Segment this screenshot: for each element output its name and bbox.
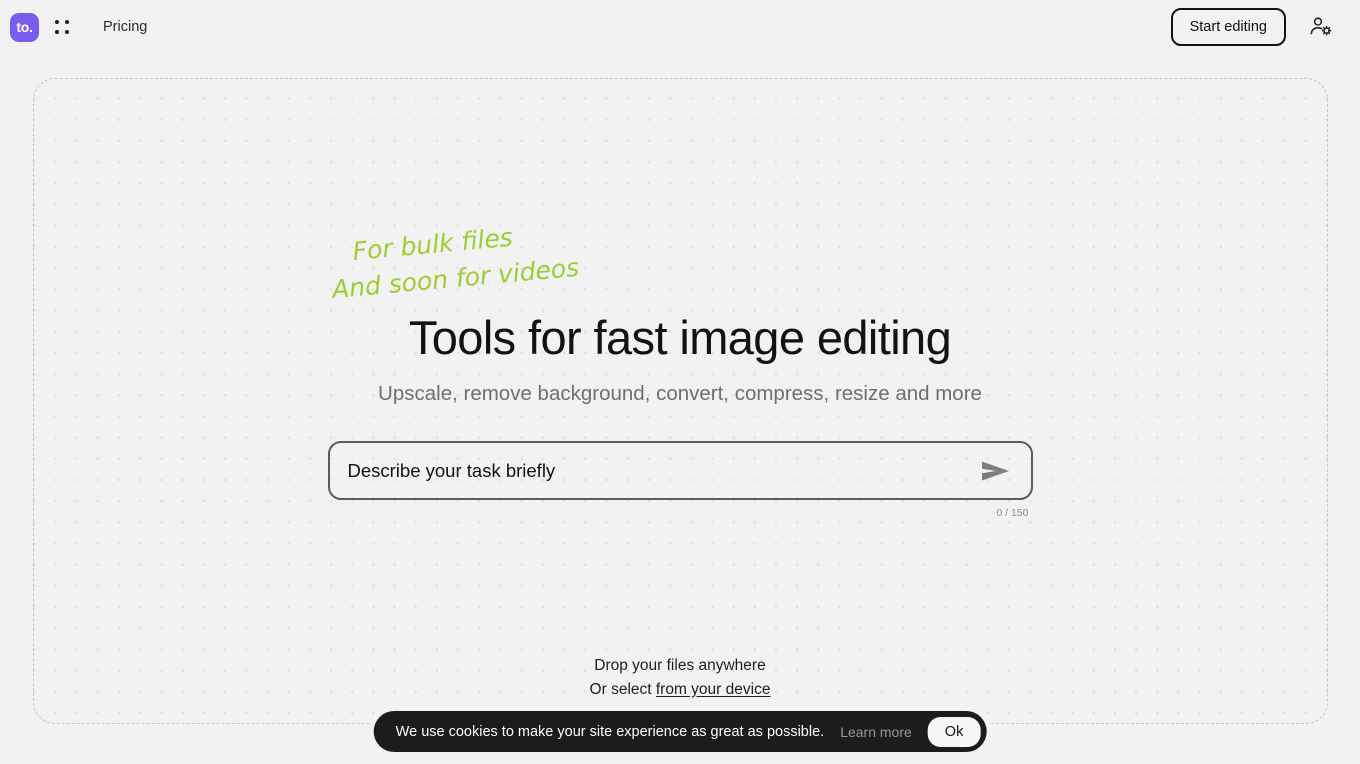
drop-hint-line-1: Drop your files anywhere bbox=[594, 657, 766, 674]
drop-hint-prefix: Or select bbox=[589, 680, 656, 698]
cookie-accept-button[interactable]: Ok bbox=[927, 716, 981, 747]
cookie-message: We use cookies to make your site experie… bbox=[395, 723, 825, 740]
start-editing-button[interactable]: Start editing bbox=[1170, 8, 1286, 46]
nav-item-pricing[interactable]: Pricing bbox=[103, 19, 147, 35]
send-arrow-icon[interactable] bbox=[971, 456, 1015, 486]
hero-section: For bulk files And soon for videos Tools… bbox=[0, 222, 1360, 519]
apps-grid-dot bbox=[64, 29, 69, 34]
cookie-learn-more-link[interactable]: Learn more bbox=[840, 724, 912, 740]
character-counter: 0 / 150 bbox=[996, 507, 1029, 519]
drop-hint-line-2: Or select from your device bbox=[0, 678, 1360, 702]
handwritten-line-2: And soon for videos bbox=[330, 252, 581, 304]
handwritten-line-1: For bulk files bbox=[351, 222, 514, 267]
page-subtitle: Upscale, remove background, convert, com… bbox=[378, 382, 982, 405]
header-actions: Start editing bbox=[1170, 8, 1336, 46]
apps-grid-dot bbox=[64, 20, 69, 24]
apps-grid-dot bbox=[55, 20, 59, 24]
apps-grid-icon[interactable] bbox=[53, 18, 71, 36]
task-input-box[interactable] bbox=[327, 441, 1033, 500]
page-title: Tools for fast image editing bbox=[408, 311, 952, 364]
user-gear-icon[interactable] bbox=[1306, 12, 1336, 42]
drop-zone-hint: Drop your files anywhere Or select from … bbox=[0, 654, 1360, 701]
task-input-group: 0 / 150 bbox=[327, 441, 1033, 519]
select-file-link[interactable]: from your device bbox=[656, 681, 771, 698]
logo-mark[interactable]: to. bbox=[10, 12, 39, 42]
task-input[interactable] bbox=[347, 459, 971, 482]
cookie-consent-banner: We use cookies to make your site experie… bbox=[373, 711, 987, 752]
apps-grid-dot bbox=[55, 29, 59, 34]
site-header: to. Pricing Start editing bbox=[0, 0, 1360, 54]
handwritten-annotation: For bulk files And soon for videos bbox=[327, 214, 580, 307]
brand-group: to. Pricing bbox=[10, 12, 147, 42]
